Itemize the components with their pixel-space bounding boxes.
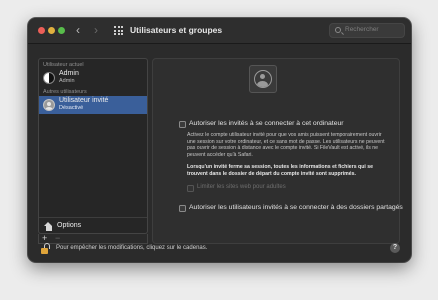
search-icon	[335, 27, 341, 33]
guest-warning: Lorsqu'un invité ferme sa session, toute…	[187, 164, 374, 177]
search-placeholder: Rechercher	[345, 26, 379, 33]
guest-description: Activez le compte utilisateur invité pou…	[187, 132, 385, 158]
title-bar: ‹ › Utilisateurs et groupes Rechercher	[28, 18, 411, 44]
login-options-item[interactable]: Options	[39, 217, 147, 233]
allow-guest-login-label[interactable]: Autoriser les invités à se connecter à c…	[189, 120, 344, 127]
shared-folders-checkbox[interactable]	[179, 205, 186, 212]
lock-hint-text: Pour empêcher les modifications, cliquez…	[56, 245, 208, 251]
forward-button[interactable]: ›	[94, 23, 98, 37]
guest-icon	[43, 99, 55, 111]
minimize-window-button[interactable]	[48, 27, 55, 34]
users-sidebar: Utilisateur actuel Admin Admin Autres ut…	[38, 58, 148, 234]
limit-adult-sites-label[interactable]: Limiter les sites web pour adultes	[197, 184, 286, 190]
back-button[interactable]: ‹	[76, 23, 80, 37]
allow-guest-login-checkbox[interactable]	[179, 121, 186, 128]
user-role: Admin	[59, 78, 75, 84]
user-name: Admin	[59, 70, 79, 77]
users-groups-window: ‹ › Utilisateurs et groupes Rechercher U…	[28, 18, 411, 262]
guest-avatar-icon	[249, 65, 277, 93]
home-icon	[44, 222, 53, 231]
options-label: Options	[57, 222, 82, 229]
lock-icon[interactable]	[41, 243, 50, 255]
user-item-guest[interactable]: Utilisateur invité Désactivé	[39, 96, 147, 114]
add-user-button[interactable]: +	[42, 233, 47, 243]
close-window-button[interactable]	[38, 27, 45, 34]
yin-yang-icon	[43, 72, 55, 84]
other-users-section-label: Autres utilisateurs	[43, 89, 87, 95]
search-field[interactable]: Rechercher	[329, 23, 405, 38]
zoom-window-button[interactable]	[58, 27, 65, 34]
guest-settings-panel: Autoriser les invités à se connecter à c…	[152, 58, 403, 244]
help-button[interactable]: ?	[390, 243, 400, 253]
shared-folders-label[interactable]: Autoriser les utilisateurs invités à se …	[189, 204, 403, 211]
add-remove-bar: + −	[38, 233, 148, 244]
remove-user-button[interactable]: −	[55, 233, 60, 243]
limit-adult-sites-checkbox[interactable]	[187, 185, 194, 192]
current-user-section-label: Utilisateur actuel	[43, 62, 84, 68]
user-status: Désactivé	[59, 105, 84, 111]
user-name: Utilisateur invité	[59, 97, 109, 104]
show-all-grid-icon[interactable]	[114, 26, 123, 35]
user-item-admin[interactable]: Admin Admin	[39, 69, 147, 87]
window-title: Utilisateurs et groupes	[130, 25, 223, 35]
